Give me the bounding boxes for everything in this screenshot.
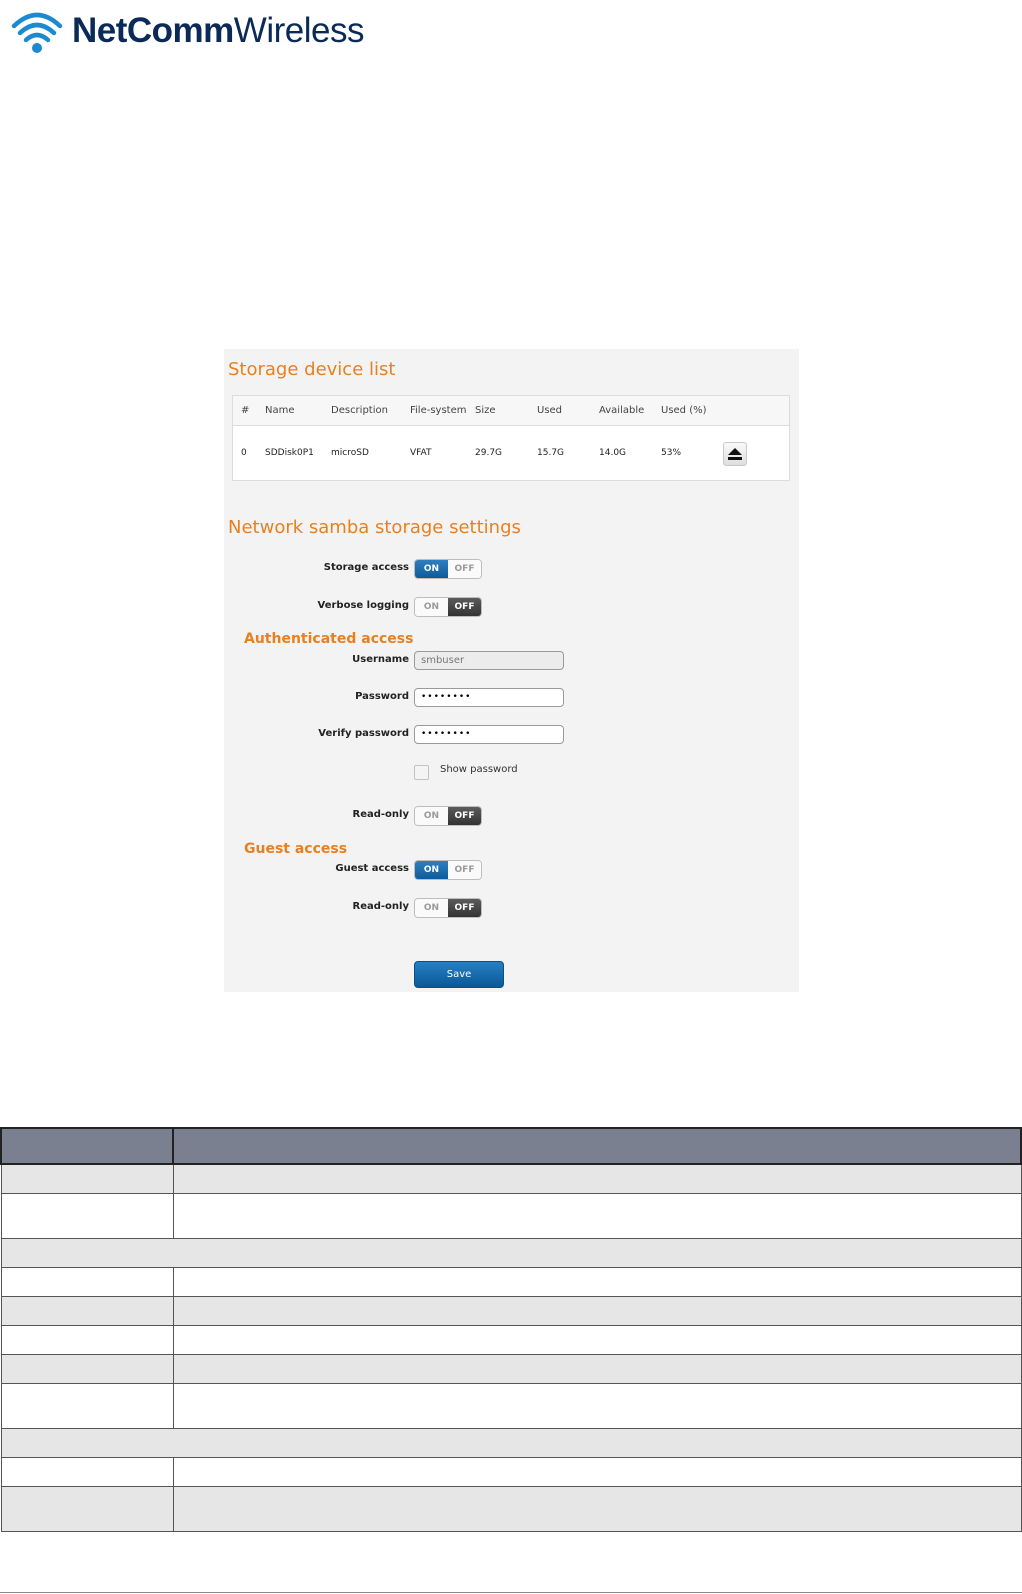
toggle-on[interactable]: ON bbox=[415, 598, 448, 616]
password-label: Password bbox=[355, 691, 409, 702]
storage-device-list-title: Storage device list bbox=[228, 359, 396, 380]
verbose-logging-label: Verbose logging bbox=[317, 600, 409, 611]
device-used: 15.7G bbox=[537, 448, 565, 458]
samba-settings-title: Network samba storage settings bbox=[228, 517, 521, 538]
table-row bbox=[0, 1486, 1022, 1532]
toggle-off[interactable]: OFF bbox=[448, 861, 481, 879]
logo-wordmark: NetCommWireless bbox=[72, 11, 364, 50]
device-name: SDDisk0P1 bbox=[265, 448, 314, 458]
verify-password-label: Verify password bbox=[318, 728, 409, 739]
eject-icon bbox=[728, 448, 742, 460]
guest-access-toggle[interactable]: ON OFF bbox=[414, 860, 482, 880]
column-header-description: Description bbox=[331, 405, 388, 416]
netcomm-logo: NetCommWireless bbox=[8, 6, 364, 56]
page-footer-rule bbox=[0, 1592, 1022, 1593]
table-row bbox=[0, 1193, 1022, 1239]
storage-device-table: # Name Description File-system Size Used… bbox=[232, 395, 790, 481]
username-field[interactable]: smbuser bbox=[414, 651, 564, 670]
table-header: # Name Description File-system Size Used… bbox=[233, 396, 789, 426]
guest-access-title: Guest access bbox=[244, 841, 348, 857]
guest-readonly-label: Read-only bbox=[352, 901, 409, 912]
device-size: 29.7G bbox=[475, 448, 503, 458]
device-used-pct: 53% bbox=[661, 448, 682, 458]
table-section-row bbox=[0, 1238, 1022, 1268]
storage-access-label: Storage access bbox=[323, 562, 409, 573]
device-filesystem: VFAT bbox=[410, 448, 432, 458]
column-header-used-pct: Used (%) bbox=[661, 405, 707, 416]
toggle-off[interactable]: OFF bbox=[448, 560, 481, 578]
guest-readonly-toggle[interactable]: ON OFF bbox=[414, 898, 482, 918]
show-password-checkbox[interactable] bbox=[414, 765, 429, 780]
toggle-off[interactable]: OFF bbox=[448, 899, 481, 917]
save-button[interactable]: Save bbox=[414, 961, 504, 988]
toggle-on[interactable]: ON bbox=[415, 807, 448, 825]
column-header-filesystem: File-system bbox=[410, 405, 467, 416]
show-password-label: Show password bbox=[440, 764, 518, 775]
toggle-on[interactable]: ON bbox=[415, 861, 448, 879]
table-section-row bbox=[0, 1428, 1022, 1458]
guest-access-label: Guest access bbox=[335, 863, 409, 874]
username-label: Username bbox=[352, 654, 409, 665]
auth-readonly-toggle[interactable]: ON OFF bbox=[414, 806, 482, 826]
table-row bbox=[0, 1296, 1022, 1326]
auth-readonly-label: Read-only bbox=[352, 809, 409, 820]
settings-description-table bbox=[0, 1127, 1022, 1532]
eject-button[interactable] bbox=[723, 442, 747, 466]
table-row bbox=[0, 1354, 1022, 1384]
table-row bbox=[0, 1267, 1022, 1297]
table-row bbox=[0, 1457, 1022, 1487]
column-header-name: Name bbox=[265, 405, 295, 416]
toggle-on[interactable]: ON bbox=[415, 560, 448, 578]
wifi-signal-logo-icon bbox=[11, 12, 63, 53]
toggle-off[interactable]: OFF bbox=[448, 807, 481, 825]
table-row bbox=[0, 1163, 1022, 1194]
column-header-used: Used bbox=[537, 405, 563, 416]
toggle-off[interactable]: OFF bbox=[448, 598, 481, 616]
column-header-available: Available bbox=[599, 405, 645, 416]
table-row bbox=[0, 1383, 1022, 1429]
authenticated-access-title: Authenticated access bbox=[244, 631, 414, 647]
column-header-size: Size bbox=[475, 405, 496, 416]
device-index: 0 bbox=[241, 448, 247, 458]
table-row bbox=[0, 1325, 1022, 1355]
table-header-row bbox=[0, 1127, 1022, 1165]
device-available: 14.0G bbox=[599, 448, 627, 458]
device-description: microSD bbox=[331, 448, 369, 458]
table-row: 0 SDDisk0P1 microSD VFAT 29.7G 15.7G 14.… bbox=[233, 426, 789, 480]
verbose-logging-toggle[interactable]: ON OFF bbox=[414, 597, 482, 617]
column-header-index: # bbox=[241, 405, 250, 416]
storage-settings-panel: Storage device list # Name Description F… bbox=[224, 349, 799, 992]
storage-access-toggle[interactable]: ON OFF bbox=[414, 559, 482, 579]
toggle-on[interactable]: ON bbox=[415, 899, 448, 917]
password-field[interactable]: •••••••• bbox=[414, 688, 564, 707]
verify-password-field[interactable]: •••••••• bbox=[414, 725, 564, 744]
